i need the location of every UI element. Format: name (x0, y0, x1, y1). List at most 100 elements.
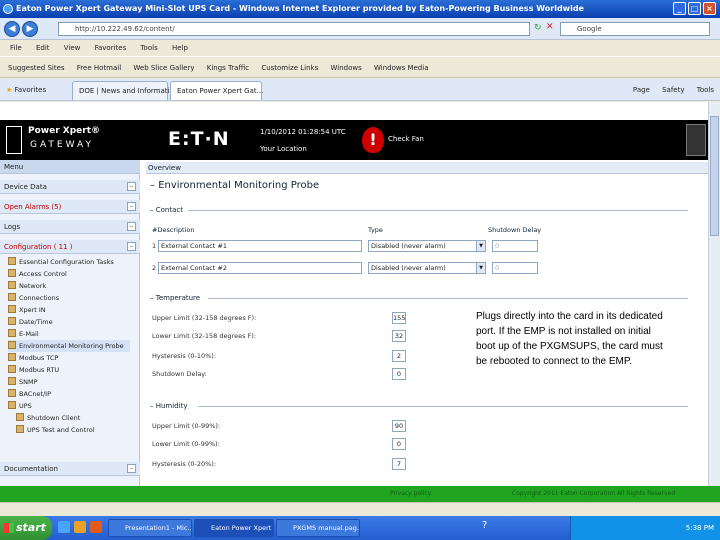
link-customize-links[interactable]: Customize Links (261, 64, 318, 72)
sidebar-item-email[interactable]: E-Mail (8, 328, 39, 340)
collapse-icon[interactable]: – (127, 242, 136, 251)
sidebar-item-emp[interactable]: Environmental Monitoring Probe (8, 340, 130, 352)
favorites-tab-bar: ★ Favorites DOE | News and Information E… (0, 79, 720, 101)
stop-icon[interactable]: ✕ (546, 22, 554, 32)
refresh-icon[interactable]: ↻ (534, 23, 542, 33)
ie-quicklaunch-icon[interactable] (58, 521, 70, 533)
menu-view[interactable]: View (64, 44, 81, 52)
alarm-warning-icon[interactable]: ! (362, 127, 384, 153)
collapse-icon[interactable]: – (127, 222, 136, 231)
chevron-down-icon[interactable]: ▼ (476, 241, 485, 251)
temp-hysteresis-input[interactable]: 2 (392, 350, 406, 362)
link-kings-traffic[interactable]: Kings Traffic (207, 64, 249, 72)
alarm-text[interactable]: Check Fan (388, 135, 424, 143)
search-input[interactable]: Google (560, 22, 710, 36)
sidebar-configuration[interactable]: Configuration ( 11 ) – (0, 240, 140, 254)
contact-type-select[interactable]: Disabled (never alarm) ▼ (368, 240, 486, 252)
config-icon (8, 281, 16, 289)
temp-lower-label: Lower Limit (32-158 degrees F): (152, 332, 257, 340)
vertical-scrollbar[interactable] (708, 102, 720, 486)
office-quicklaunch-icon[interactable] (90, 521, 102, 533)
hum-lower-input[interactable]: 0 (392, 438, 406, 450)
sidebar-open-alarms[interactable]: Open Alarms (5) – (0, 200, 140, 214)
sidebar-item-access-control[interactable]: Access Control (8, 268, 67, 280)
contact-description-input[interactable]: External Contact #1 (158, 240, 362, 252)
command-page[interactable]: Page (633, 86, 650, 94)
command-tools[interactable]: Tools (697, 86, 714, 94)
divider (198, 406, 688, 407)
col-type: Type (368, 226, 383, 234)
maximize-button[interactable]: □ (688, 2, 701, 15)
sidebar-item-label: Shutdown Client (27, 414, 81, 422)
sidebar-item-modbus-tcp[interactable]: Modbus TCP (8, 352, 58, 364)
sidebar-item-essential-config[interactable]: Essential Configuration Tasks (8, 256, 114, 268)
hum-hysteresis-input[interactable]: 7 (392, 458, 406, 470)
back-button[interactable]: ◀ (4, 21, 20, 37)
sidebar-documentation[interactable]: Documentation – (0, 462, 140, 476)
contact-description-input[interactable]: External Contact #2 (158, 262, 362, 274)
sidebar-item-shutdown-client[interactable]: Shutdown Client (16, 412, 80, 424)
contact-section-label[interactable]: – Contact (150, 206, 183, 214)
minimize-button[interactable]: _ (673, 2, 686, 15)
menu-file[interactable]: File (10, 44, 22, 52)
sidebar-item-modbus-rtu[interactable]: Modbus RTU (8, 364, 59, 376)
sidebar-item-ups[interactable]: UPS (8, 400, 32, 412)
tab-doe[interactable]: DOE | News and Information (72, 81, 178, 100)
menu-tools[interactable]: Tools (140, 44, 157, 52)
config-icon (8, 365, 16, 373)
close-button[interactable]: × (703, 2, 716, 15)
privacy-link[interactable]: Privacy policy (390, 490, 431, 497)
windows-logo-icon (4, 523, 14, 533)
clock[interactable]: 5:38 PM (686, 516, 714, 540)
humidity-section-label[interactable]: – Humidity (150, 402, 187, 410)
link-free-hotmail[interactable]: Free Hotmail (77, 64, 121, 72)
start-button[interactable]: start (0, 516, 52, 540)
temperature-section-label[interactable]: – Temperature (150, 294, 200, 302)
contact-row-num: 1 (152, 242, 157, 250)
address-input[interactable]: http://10.222.49.62/content/ (58, 22, 530, 36)
folder-quicklaunch-icon[interactable] (74, 521, 86, 533)
config-icon (8, 329, 16, 337)
help-icon[interactable]: ? (482, 520, 487, 531)
chevron-down-icon[interactable]: ▼ (476, 263, 485, 273)
taskbar-pxgms-manual[interactable]: PXGMS manual.pag... (276, 519, 360, 537)
forward-button[interactable]: ▶ (22, 21, 38, 37)
sidebar-logs[interactable]: Logs – (0, 220, 140, 234)
link-web-slice-gallery[interactable]: Web Slice Gallery (133, 64, 194, 72)
link-windows[interactable]: Windows (331, 64, 362, 72)
contact-delay-input[interactable]: 0 (492, 240, 538, 252)
menu-edit[interactable]: Edit (36, 44, 50, 52)
page-title-text: Environmental Monitoring Probe (158, 180, 320, 191)
collapse-icon[interactable]: – (127, 182, 136, 191)
tab-eaton[interactable]: Eaton Power Xpert Gat... (170, 81, 263, 100)
link-windows-media[interactable]: Windows Media (374, 64, 429, 72)
scrollbar-thumb[interactable] (710, 116, 719, 236)
menu-help[interactable]: Help (172, 44, 188, 52)
sidebar-item-ups-test[interactable]: UPS Test and Control (16, 424, 95, 436)
sidebar-item-snmp[interactable]: SNMP (8, 376, 38, 388)
hum-hysteresis-label: Hysteresis (0-20%): (152, 460, 217, 468)
sidebar-item-xpert-in[interactable]: Xpert IN (8, 304, 46, 316)
temp-upper-input[interactable]: 155 (392, 312, 406, 324)
temp-lower-input[interactable]: 32 (392, 330, 406, 342)
favorites-button[interactable]: ★ Favorites (6, 79, 46, 101)
collapse-icon[interactable]: – (127, 202, 136, 211)
contact-type-select[interactable]: Disabled (never alarm) ▼ (368, 262, 486, 274)
sidebar-item-label: Modbus RTU (19, 366, 60, 374)
command-safety[interactable]: Safety (662, 86, 684, 94)
sidebar-item-date-time[interactable]: Date/Time (8, 316, 53, 328)
sidebar-item-label: Environmental Monitoring Probe (19, 342, 124, 350)
menu-favorites[interactable]: Favorites (95, 44, 127, 52)
sidebar-item-connections[interactable]: Connections (8, 292, 59, 304)
sidebar-item-network[interactable]: Network (8, 280, 46, 292)
taskbar-eaton[interactable]: Eaton Power Xpert G... (194, 519, 274, 537)
sidebar-item-label: E-Mail (19, 330, 39, 338)
link-suggested-sites[interactable]: Suggested Sites (8, 64, 65, 72)
sidebar-device-data[interactable]: Device Data – (0, 180, 140, 194)
hum-upper-input[interactable]: 90 (392, 420, 406, 432)
sidebar-item-bacnet[interactable]: BACnet/IP (8, 388, 51, 400)
contact-delay-input[interactable]: 0 (492, 262, 538, 274)
taskbar-presentation[interactable]: Presentation1 - Mic... (108, 519, 192, 537)
temp-shutdown-delay-input[interactable]: 0 (392, 368, 406, 380)
collapse-icon[interactable]: – (127, 464, 136, 473)
